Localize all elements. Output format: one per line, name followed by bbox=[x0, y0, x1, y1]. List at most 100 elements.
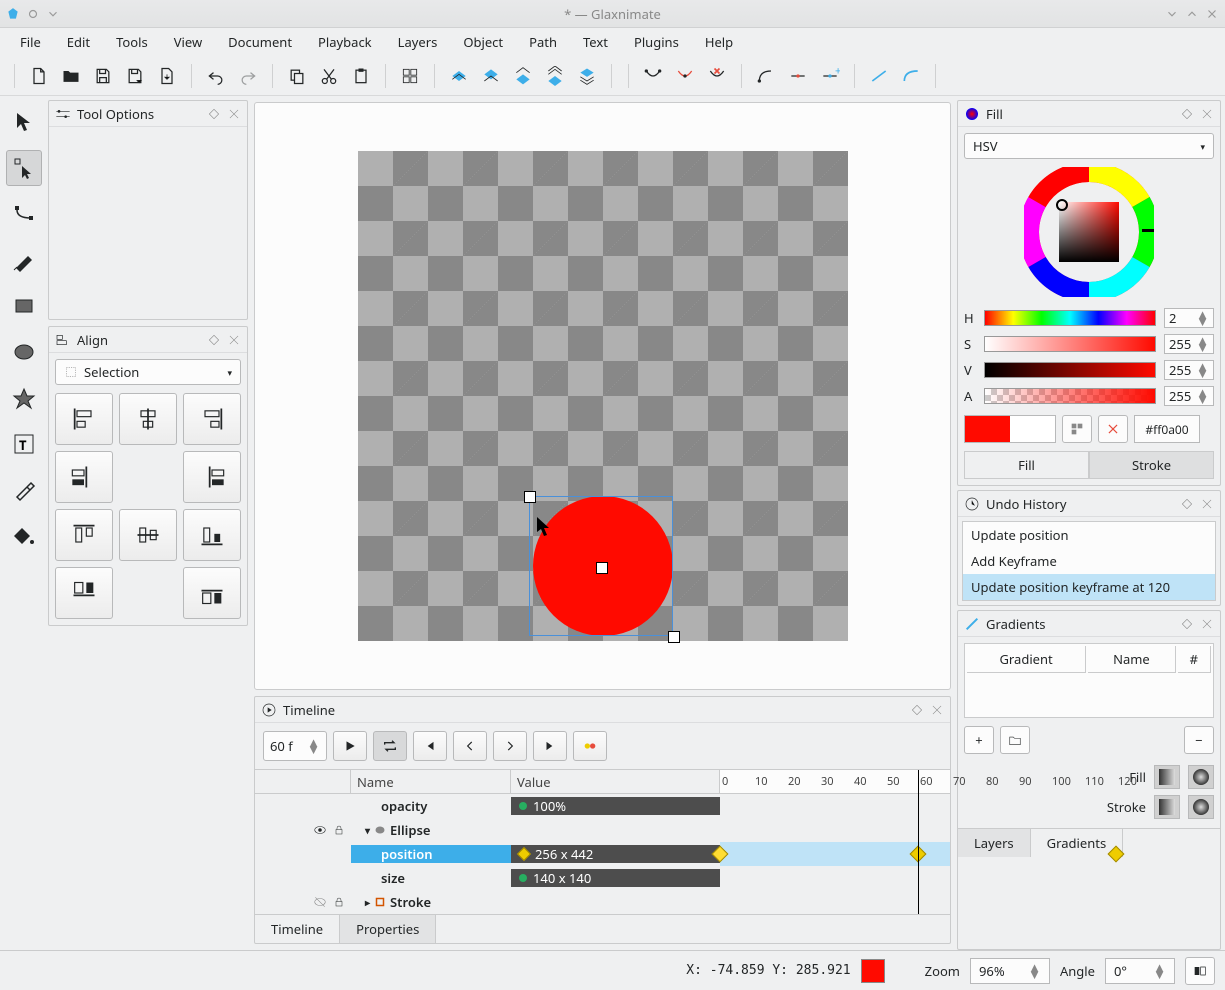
stack-button[interactable] bbox=[573, 62, 601, 90]
a-value[interactable]: 255▲▼ bbox=[1164, 386, 1214, 406]
menu-view[interactable]: View bbox=[162, 29, 214, 55]
align-left[interactable] bbox=[55, 393, 113, 445]
undo-item[interactable]: Update position keyframe at 120 bbox=[963, 574, 1215, 600]
close-panel-icon[interactable] bbox=[930, 703, 944, 717]
grad-fill-radial[interactable] bbox=[1188, 765, 1214, 789]
detach-icon[interactable] bbox=[1180, 617, 1194, 631]
node-corner-button[interactable] bbox=[752, 62, 780, 90]
stroke-tab[interactable]: Stroke bbox=[1089, 451, 1214, 479]
minimize-icon[interactable] bbox=[1165, 7, 1179, 21]
node-delete-button[interactable] bbox=[703, 62, 731, 90]
grad-stroke-radial[interactable] bbox=[1188, 795, 1214, 819]
tab-layers[interactable]: Layers bbox=[958, 829, 1031, 857]
last-frame-button[interactable] bbox=[533, 731, 567, 761]
menu-path[interactable]: Path bbox=[517, 29, 569, 55]
detach-icon[interactable] bbox=[207, 333, 221, 347]
handle-center[interactable] bbox=[596, 562, 608, 574]
align-top-out[interactable] bbox=[55, 567, 113, 619]
close-panel-icon[interactable] bbox=[227, 333, 241, 347]
flip-h-button[interactable] bbox=[1185, 957, 1215, 985]
clear-color-button[interactable] bbox=[1098, 415, 1128, 443]
new-button[interactable] bbox=[25, 62, 53, 90]
segment-line-button[interactable] bbox=[865, 62, 893, 90]
close-panel-icon[interactable] bbox=[1200, 617, 1214, 631]
menu-object[interactable]: Object bbox=[451, 29, 515, 55]
fill-tab[interactable]: Fill bbox=[964, 451, 1089, 479]
v-slider[interactable] bbox=[984, 362, 1156, 378]
menu-file[interactable]: File bbox=[8, 29, 53, 55]
open-button[interactable] bbox=[57, 62, 85, 90]
handle-tl[interactable] bbox=[524, 491, 536, 503]
bucket-tool[interactable] bbox=[6, 518, 42, 554]
record-button[interactable] bbox=[573, 731, 607, 761]
color-mode-select[interactable]: HSV▾ bbox=[964, 133, 1214, 159]
s-value[interactable]: 255▲▼ bbox=[1164, 334, 1214, 354]
node-smooth-button[interactable] bbox=[784, 62, 812, 90]
loop-button[interactable] bbox=[373, 731, 407, 761]
menu-help[interactable]: Help bbox=[693, 29, 745, 55]
visibility-off-icon[interactable] bbox=[313, 895, 327, 909]
color-wheel[interactable] bbox=[1024, 167, 1154, 297]
visibility-icon[interactable] bbox=[313, 823, 327, 837]
timeline-tracks[interactable]: 0102030405060708090100110120 bbox=[720, 770, 950, 914]
cut-button[interactable] bbox=[315, 62, 343, 90]
current-color-swatch[interactable] bbox=[861, 959, 885, 983]
pen-tool[interactable] bbox=[6, 196, 42, 232]
select-tool[interactable] bbox=[6, 104, 42, 140]
menu-layers[interactable]: Layers bbox=[386, 29, 450, 55]
menu-playback[interactable]: Playback bbox=[306, 29, 384, 55]
segment-curve-button[interactable] bbox=[897, 62, 925, 90]
gradient-lib-button[interactable] bbox=[1000, 726, 1030, 754]
node-join-button[interactable] bbox=[639, 62, 667, 90]
lower-bottom-button[interactable] bbox=[541, 62, 569, 90]
menu-text[interactable]: Text bbox=[571, 29, 620, 55]
export-button[interactable] bbox=[153, 62, 181, 90]
close-panel-icon[interactable] bbox=[227, 107, 241, 121]
grad-stroke-linear[interactable] bbox=[1154, 795, 1180, 819]
row-stroke[interactable]: ▸Stroke bbox=[255, 890, 720, 914]
text-tool[interactable]: T bbox=[6, 426, 42, 462]
undo-item[interactable]: Update position bbox=[963, 522, 1215, 548]
edit-tool[interactable] bbox=[6, 150, 42, 186]
rectangle-tool[interactable] bbox=[6, 288, 42, 324]
close-panel-icon[interactable] bbox=[1200, 497, 1214, 511]
align-vcenter[interactable] bbox=[119, 509, 177, 561]
detach-icon[interactable] bbox=[910, 703, 924, 717]
h-slider[interactable] bbox=[984, 310, 1156, 326]
detach-icon[interactable] bbox=[1180, 497, 1194, 511]
save-button[interactable] bbox=[89, 62, 117, 90]
align-bottom-out[interactable] bbox=[183, 567, 241, 619]
detach-icon[interactable] bbox=[1180, 107, 1194, 121]
add-gradient-button[interactable]: + bbox=[964, 726, 994, 754]
grad-fill-linear[interactable] bbox=[1154, 765, 1180, 789]
hex-input[interactable]: #ff0a00 bbox=[1134, 415, 1200, 443]
raise-button[interactable] bbox=[477, 62, 505, 90]
paste-button[interactable] bbox=[347, 62, 375, 90]
align-right[interactable] bbox=[183, 393, 241, 445]
v-value[interactable]: 255▲▼ bbox=[1164, 360, 1214, 380]
detach-icon[interactable] bbox=[207, 107, 221, 121]
menu-plugins[interactable]: Plugins bbox=[622, 29, 691, 55]
align-right-out[interactable] bbox=[183, 451, 241, 503]
row-size[interactable]: size 140 x 140 bbox=[255, 866, 720, 890]
node-symmetric-button[interactable]: + bbox=[816, 62, 844, 90]
close-panel-icon[interactable] bbox=[1200, 107, 1214, 121]
dropdown-icon[interactable] bbox=[46, 7, 60, 21]
canvas[interactable] bbox=[254, 102, 951, 690]
align-top[interactable] bbox=[55, 509, 113, 561]
remove-gradient-button[interactable]: − bbox=[1184, 726, 1214, 754]
copy-button[interactable] bbox=[283, 62, 311, 90]
zoom-input[interactable]: 96%▲▼ bbox=[970, 958, 1050, 984]
play-button[interactable] bbox=[333, 731, 367, 761]
redo-button[interactable] bbox=[234, 62, 262, 90]
frame-input[interactable]: 60 f▲▼ bbox=[263, 731, 327, 761]
tab-properties[interactable]: Properties bbox=[340, 915, 436, 943]
lock-icon[interactable] bbox=[333, 895, 345, 909]
ellipse-tool[interactable] bbox=[6, 334, 42, 370]
color-swatch[interactable] bbox=[964, 415, 1056, 443]
angle-input[interactable]: 0°▲▼ bbox=[1105, 958, 1175, 984]
maximize-icon[interactable] bbox=[1185, 7, 1199, 21]
undo-button[interactable] bbox=[202, 62, 230, 90]
raise-top-button[interactable] bbox=[445, 62, 473, 90]
palette-button[interactable] bbox=[1062, 415, 1092, 443]
